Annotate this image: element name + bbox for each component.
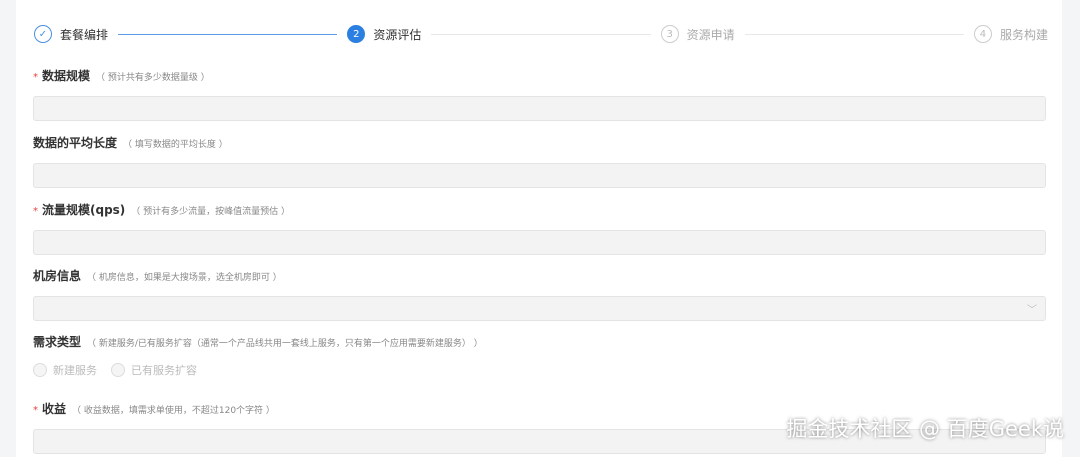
step-label: 套餐编排 (60, 27, 109, 42)
field-label: * 数据规模 （ 预计共有多少数据量级 ） (33, 68, 1046, 84)
required-mark: * (33, 405, 38, 416)
hint-text: （ 收益数据，填需求单使用，不超过120个字符 ） (72, 406, 275, 416)
radio-circle-icon (111, 363, 125, 377)
step-connector (744, 33, 964, 35)
field-label: 数据的平均长度 （ 填写数据的平均长度 ） (33, 135, 1046, 151)
field-label: 需求类型 （ 新建服务/已有服务扩容（通常一个产品线共用一套线上服务，只有第一个应… (33, 334, 1046, 350)
field-data-scale: * 数据规模 （ 预计共有多少数据量级 ） (33, 68, 1046, 121)
radio-expand-service[interactable]: 已有服务扩容 (111, 362, 197, 378)
label-text: 机房信息 (33, 269, 82, 283)
step-label: 服务构建 (999, 27, 1048, 42)
step-connector (431, 33, 651, 35)
qps-input[interactable] (33, 230, 1046, 255)
label-text: 需求类型 (33, 335, 82, 349)
demand-type-radio-group: 新建服务 已有服务扩容 (33, 362, 1046, 378)
field-label: 机房信息 （ 机房信息，如果是大搜场景，选全机房即可 ） (33, 268, 1046, 284)
chevron-down-icon: ﹀ (1027, 305, 1037, 316)
hint-text: （ 填写数据的平均长度 ） (123, 140, 228, 150)
label-text: 收益 (42, 402, 67, 416)
step-number: 3 (660, 25, 679, 43)
hint-text: （ 新建服务/已有服务扩容（通常一个产品线共用一套线上服务，只有第一个应用需要新… (87, 339, 483, 349)
step-connector (118, 33, 338, 35)
radio-circle-icon (33, 363, 47, 377)
form-panel: ✓ 套餐编排 2 资源评估 3 资源申请 4 服务构建 * 数据规模 （ 预计共有多少数据量… (16, 0, 1062, 457)
hint-text: （ 预计共有多少数据量级 ） (96, 73, 210, 83)
required-mark: * (33, 72, 38, 83)
step-number: 2 (347, 25, 366, 43)
radio-new-service[interactable]: 新建服务 (33, 362, 97, 378)
watermark: 掘金技术社区 @ 百度Geek说 (786, 417, 1064, 441)
field-qps: * 流量规模(qps) （ 预计有多少流量，按峰值流量预估 ） (33, 202, 1046, 255)
idc-select[interactable]: ﹀ (33, 296, 1046, 321)
step-number: 4 (973, 25, 992, 43)
step-label: 资源评估 (373, 27, 422, 42)
avg-length-input[interactable] (33, 163, 1046, 188)
radio-label: 新建服务 (53, 364, 97, 377)
hint-text: （ 机房信息，如果是大搜场景，选全机房即可 ） (87, 273, 282, 283)
steps-bar: ✓ 套餐编排 2 资源评估 3 资源申请 4 服务构建 (34, 22, 1048, 46)
label-text: 流量规模(qps) (42, 203, 126, 217)
field-label: * 流量规模(qps) （ 预计有多少流量，按峰值流量预估 ） (33, 202, 1046, 218)
field-avg-length: 数据的平均长度 （ 填写数据的平均长度 ） (33, 135, 1046, 188)
field-demand-type: 需求类型 （ 新建服务/已有服务扩容（通常一个产品线共用一套线上服务，只有第一个应… (33, 334, 1046, 378)
data-scale-input[interactable] (33, 96, 1046, 121)
step-4[interactable]: 4 服务构建 (973, 25, 1048, 43)
step-label: 资源申请 (686, 27, 735, 42)
label-text: 数据的平均长度 (33, 136, 118, 150)
step-1[interactable]: ✓ 套餐编排 (34, 25, 108, 43)
check-icon: ✓ (34, 25, 52, 43)
hint-text: （ 预计有多少流量，按峰值流量预估 ） (131, 207, 291, 217)
label-text: 数据规模 (42, 69, 91, 83)
step-3[interactable]: 3 资源申请 (660, 25, 735, 43)
field-idc: 机房信息 （ 机房信息，如果是大搜场景，选全机房即可 ） ﹀ (33, 268, 1046, 321)
radio-label: 已有服务扩容 (131, 364, 197, 377)
step-2[interactable]: 2 资源评估 (347, 25, 421, 43)
required-mark: * (33, 206, 38, 217)
